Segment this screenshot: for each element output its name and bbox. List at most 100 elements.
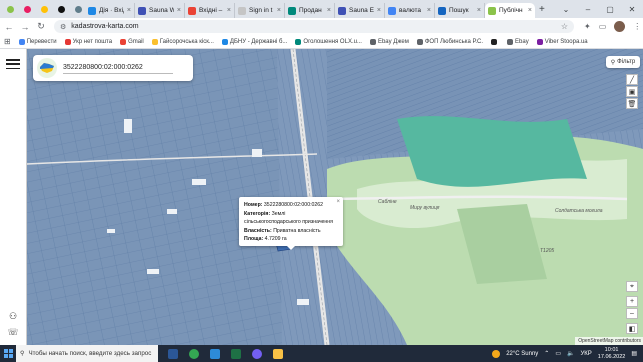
filter-label: Фільтр	[617, 59, 636, 65]
weather-sun-icon[interactable]	[492, 349, 501, 358]
tab-close-icon[interactable]: ×	[427, 7, 431, 14]
menu-hamburger-icon[interactable]	[6, 59, 20, 69]
bookmark-item[interactable]: Ebay	[507, 38, 529, 45]
taskbar-viber-icon[interactable]	[248, 347, 265, 361]
measure-area-icon[interactable]: ▣	[626, 86, 638, 97]
tab-favicon-icon	[488, 6, 496, 15]
taskbar-word-icon[interactable]	[164, 347, 181, 361]
browser-tab[interactable]: Sauna W ×	[135, 3, 185, 18]
bookmark-item[interactable]: Viber Stoopa.ua	[536, 38, 588, 45]
map-label-village: Сабліне	[378, 199, 397, 205]
tab-close-icon[interactable]: ×	[528, 7, 532, 14]
locate-icon[interactable]: ⌖	[626, 281, 638, 292]
popup-pointer	[287, 246, 295, 250]
tab-title: Публічн	[499, 7, 523, 14]
start-button[interactable]	[0, 345, 16, 362]
browser-tab[interactable]: валюта ×	[385, 3, 435, 18]
taskbar-search[interactable]: ⚲ Чтобы начать поиск, введите здесь запр…	[16, 345, 158, 362]
url-text[interactable]: kadastrova-karta.com	[71, 23, 556, 30]
pinned-tab[interactable]	[20, 2, 34, 16]
tab-favicon-icon	[438, 6, 446, 15]
pinned-tab[interactable]	[3, 2, 17, 16]
ownership-label: Власність:	[244, 227, 272, 234]
browser-tab[interactable]: Дія · Вхід×	[85, 3, 135, 18]
profile-avatar[interactable]	[614, 21, 626, 32]
tab-title: Продан	[299, 7, 322, 14]
reload-button[interactable]: ↻	[34, 20, 48, 34]
tab-close-icon[interactable]: ×	[177, 7, 181, 14]
map-attribution[interactable]: OpenStreetMap contributors	[575, 337, 643, 345]
bookmark-item[interactable]	[491, 38, 499, 45]
browser-tab[interactable]: Пошук ×	[435, 3, 485, 18]
zoom-out-button[interactable]: –	[626, 308, 638, 319]
tab-close-icon[interactable]: ×	[227, 7, 231, 14]
bookmark-favicon-icon	[295, 38, 302, 45]
browser-tab[interactable]: Вхідні – ×	[185, 3, 235, 18]
taskbar-excel-icon[interactable]	[227, 347, 244, 361]
cadastral-number-input[interactable]	[63, 62, 173, 74]
bookmark-item[interactable]: Перевести	[18, 38, 57, 45]
number-value: 3522280800:02:000:0262	[263, 202, 324, 208]
bookmarks-bar: ⊞ Перевести Укр нет пошта Gmail Гайсорочськ…	[0, 35, 643, 49]
taskbar-search-placeholder: Чтобы начать поиск, введите здесь запрос	[28, 350, 152, 357]
menu-icon[interactable]: ⋮	[633, 22, 641, 31]
taskbar-chrome-icon[interactable]	[185, 347, 202, 361]
site-info-icon[interactable]: ⚙	[60, 23, 66, 31]
bookmark-item[interactable]: Gmail	[120, 38, 144, 45]
pinned-tab[interactable]	[71, 2, 85, 16]
browser-tab[interactable]: Публічн ×	[485, 3, 535, 18]
tab-strip: Дія · Вхід×Sauna W×Вхідні –×Sign in t×Пр…	[0, 0, 643, 18]
popup-close-button[interactable]: ×	[336, 198, 340, 207]
bookmark-favicon-icon	[64, 38, 71, 45]
address-bar[interactable]: ⚙ kadastrova-karta.com ☆	[54, 20, 574, 33]
ukraine-map-logo[interactable]	[37, 58, 57, 78]
back-button[interactable]: ←	[2, 20, 16, 34]
tab-search-button[interactable]: ⌄	[555, 0, 577, 18]
tab-close-icon[interactable]: ×	[127, 7, 131, 14]
clock[interactable]: 10:01 17.06.2022	[598, 347, 626, 361]
taskbar-photos-icon[interactable]	[206, 347, 223, 361]
filter-button[interactable]: ⚲ Фільтр	[606, 56, 640, 68]
new-tab-button[interactable]: +	[539, 4, 545, 15]
taskbar-explorer-icon[interactable]	[269, 347, 286, 361]
tab-close-icon[interactable]: ×	[327, 7, 331, 14]
maximize-button[interactable]: ▢	[599, 0, 621, 18]
sidebar-icon[interactable]: ▭	[599, 22, 607, 31]
language-indicator[interactable]: УКР	[580, 351, 591, 357]
chat-icon[interactable]: ☏	[7, 327, 19, 339]
pinned-tab[interactable]	[37, 2, 51, 16]
tab-close-icon[interactable]: ×	[377, 7, 381, 14]
bookmark-item[interactable]: ФОП Любинська Р.С.	[416, 38, 483, 45]
close-window-button[interactable]: ✕	[621, 0, 643, 18]
weather-text[interactable]: 22°C Sunny	[506, 351, 538, 357]
pinned-tab[interactable]	[54, 2, 68, 16]
browser-tab[interactable]: Продан ×	[285, 3, 335, 18]
minimize-button[interactable]: –	[577, 0, 599, 18]
map-label-road: Т1205	[540, 248, 555, 254]
extensions-icon[interactable]: ✦	[584, 22, 591, 31]
tab-close-icon[interactable]: ×	[277, 7, 281, 14]
tray-arrow-icon[interactable]: ⌃	[544, 350, 549, 357]
layers-icon[interactable]: ◧	[626, 323, 638, 334]
network-icon[interactable]: ⚇	[7, 311, 19, 323]
browser-tab[interactable]: Sauna Er ×	[335, 3, 385, 18]
bookmark-label: Gmail	[128, 38, 144, 45]
network-tray-icon[interactable]: ▭	[555, 350, 561, 357]
browser-tab[interactable]: Sign in t ×	[235, 3, 285, 18]
notifications-icon[interactable]: ▤	[631, 350, 637, 357]
measure-line-icon[interactable]: ╱	[626, 74, 638, 85]
search-card	[33, 55, 193, 81]
bookmark-star-icon[interactable]: ☆	[561, 22, 568, 31]
tab-close-icon[interactable]: ×	[477, 7, 481, 14]
bookmark-item[interactable]: Ebay Джем	[369, 38, 409, 45]
forward-button[interactable]: →	[18, 20, 32, 34]
bookmark-item[interactable]: ДБНУ - Державні б...	[221, 38, 287, 45]
volume-icon[interactable]: 🔈	[567, 350, 574, 357]
bookmark-item[interactable]: Укр нет пошта	[64, 38, 112, 45]
tab-favicon-icon	[23, 5, 31, 13]
trash-icon[interactable]: 🗑	[626, 98, 638, 109]
apps-icon[interactable]: ⊞	[4, 37, 11, 46]
zoom-in-button[interactable]: +	[626, 296, 638, 307]
bookmark-item[interactable]: Гайсорочська кіск...	[151, 38, 214, 45]
bookmark-item[interactable]: Оголошення OLX.u...	[295, 38, 362, 45]
